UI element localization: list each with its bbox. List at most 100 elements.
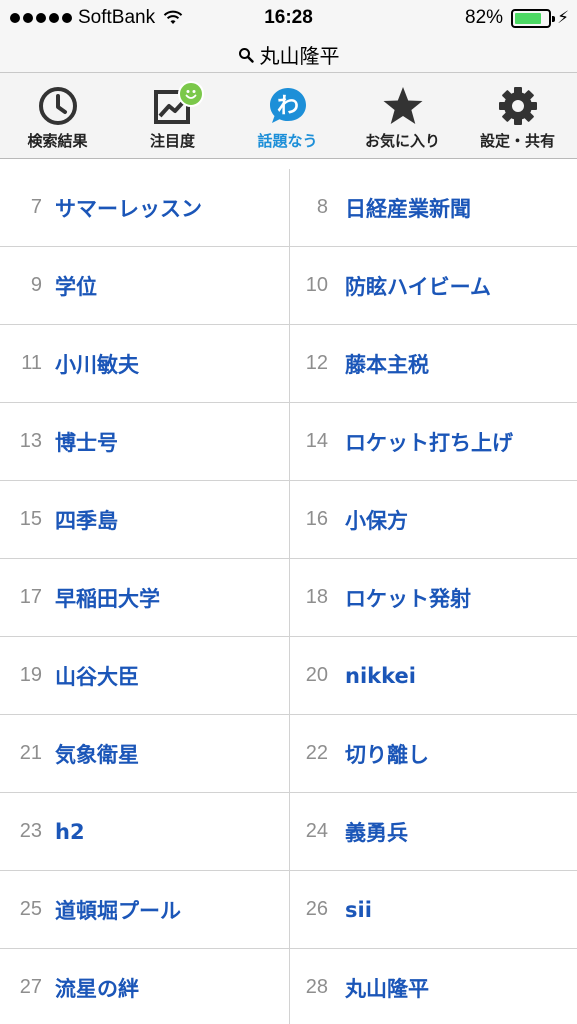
- tab-trending-now[interactable]: わ 話題なう: [230, 73, 345, 158]
- trend-item[interactable]: 7 サマーレッスン: [0, 169, 289, 246]
- rank-number: 13: [19, 430, 42, 452]
- trend-term-link[interactable]: 切り離し: [345, 739, 429, 769]
- column-divider: [289, 715, 290, 793]
- table-row: 13 博士号 14 ロケット打ち上げ: [0, 403, 577, 481]
- table-row: 7 サマーレッスン 8 日経産業新聞: [0, 169, 577, 247]
- table-row: 9 学位 10 防眩ハイビーム: [0, 247, 577, 325]
- trend-term-link[interactable]: 山谷大臣: [55, 661, 139, 691]
- tab-favorites[interactable]: お気に入り: [345, 73, 460, 158]
- trend-item[interactable]: 22 切り離し: [290, 715, 577, 792]
- gear-icon: [499, 87, 537, 125]
- trend-item[interactable]: 10 防眩ハイビーム: [290, 247, 577, 324]
- tab-label: 注目度: [149, 132, 195, 150]
- search-bar[interactable]: 丸山隆平: [0, 36, 577, 72]
- rank-number: 21: [19, 742, 42, 764]
- table-row: 25 道頓堀プール 26 sii: [0, 871, 577, 949]
- rank-number: 7: [30, 196, 42, 218]
- trend-term-link[interactable]: 義勇兵: [345, 817, 408, 847]
- rank-number: 22: [305, 742, 328, 764]
- rank-number: 26: [305, 898, 328, 920]
- trend-term-link[interactable]: 気象衛星: [55, 739, 139, 769]
- trend-item[interactable]: 12 藤本主税: [290, 325, 577, 402]
- tab-bar: 検索結果 注目度 わ 話題なう お気に入り 設定・共有: [0, 72, 577, 159]
- trend-term-link[interactable]: 博士号: [55, 427, 118, 457]
- trend-item[interactable]: 23 h2: [0, 793, 289, 870]
- trend-term-link[interactable]: ロケット打ち上げ: [345, 427, 513, 457]
- table-row: 21 気象衛星 22 切り離し: [0, 715, 577, 793]
- trend-item[interactable]: 27 流星の絆: [0, 949, 289, 1024]
- table-row: 19 山谷大臣 20 nikkei: [0, 637, 577, 715]
- trend-item[interactable]: 19 山谷大臣: [0, 637, 289, 714]
- trend-item[interactable]: 11 小川敏夫: [0, 325, 289, 402]
- trend-item[interactable]: 17 早稲田大学: [0, 559, 289, 636]
- status-bar: SoftBank 16:28 82% ⚡: [0, 0, 577, 36]
- table-row: 11 小川敏夫 12 藤本主税: [0, 325, 577, 403]
- trend-term-link[interactable]: サマーレッスン: [55, 193, 202, 223]
- trend-item[interactable]: 21 気象衛星: [0, 715, 289, 792]
- trend-term-link[interactable]: 防眩ハイビーム: [345, 271, 491, 301]
- trend-term-link[interactable]: 藤本主税: [345, 349, 429, 379]
- wa-bubble-icon: わ: [270, 88, 306, 123]
- table-row: 27 流星の絆 28 丸山隆平: [0, 949, 577, 1024]
- trend-item[interactable]: 8 日経産業新聞: [290, 169, 577, 246]
- column-divider: [289, 247, 290, 325]
- rank-number: 9: [30, 274, 42, 296]
- tab-attention[interactable]: 注目度: [115, 73, 230, 158]
- table-row: 23 h2 24 義勇兵: [0, 793, 577, 871]
- rank-number: 14: [305, 430, 328, 452]
- trend-term-link[interactable]: sii: [345, 898, 372, 922]
- rank-number: 11: [21, 352, 42, 374]
- trend-term-link[interactable]: h2: [55, 820, 85, 844]
- trend-term-link[interactable]: 小川敏夫: [55, 349, 139, 379]
- trend-term-link[interactable]: 丸山隆平: [345, 973, 429, 1003]
- tab-search-results[interactable]: 検索結果: [0, 73, 115, 158]
- trend-item[interactable]: 13 博士号: [0, 403, 289, 480]
- rank-number: 17: [19, 586, 42, 608]
- trend-item[interactable]: 9 学位: [0, 247, 289, 324]
- trend-item[interactable]: 25 道頓堀プール: [0, 871, 289, 948]
- trend-item[interactable]: 28 丸山隆平: [290, 949, 577, 1024]
- rank-number: 10: [305, 274, 328, 296]
- svg-text:わ: わ: [277, 94, 299, 119]
- search-icon: [238, 48, 254, 63]
- trend-item[interactable]: 24 義勇兵: [290, 793, 577, 870]
- trend-term-link[interactable]: 道頓堀プール: [55, 895, 181, 925]
- column-divider: [289, 169, 290, 247]
- column-divider: [289, 949, 290, 1024]
- clock-icon: [39, 87, 77, 125]
- table-row: 15 四季島 16 小保方: [0, 481, 577, 559]
- rank-number: 24: [305, 820, 328, 842]
- column-divider: [289, 559, 290, 637]
- trend-item[interactable]: 15 四季島: [0, 481, 289, 558]
- battery-percent: 82%: [465, 7, 504, 28]
- battery-level-fill: [515, 12, 542, 24]
- rank-number: 27: [19, 976, 42, 998]
- trend-term-link[interactable]: nikkei: [345, 664, 416, 688]
- tab-label: 話題なう: [257, 132, 318, 150]
- tab-label: 設定・共有: [479, 132, 555, 150]
- trend-term-link[interactable]: 流星の絆: [55, 973, 139, 1003]
- trend-item[interactable]: 20 nikkei: [290, 637, 577, 714]
- trend-item[interactable]: 16 小保方: [290, 481, 577, 558]
- status-right: 82% ⚡: [465, 7, 569, 29]
- rank-number: 25: [19, 898, 42, 920]
- charging-bolt-icon: ⚡: [557, 8, 569, 27]
- trend-item[interactable]: 26 sii: [290, 871, 577, 948]
- rank-number: 16: [305, 508, 328, 530]
- column-divider: [289, 793, 290, 871]
- trend-term-link[interactable]: 日経産業新聞: [345, 193, 471, 223]
- trend-term-link[interactable]: 小保方: [345, 505, 408, 535]
- rank-number: 20: [305, 664, 328, 686]
- trend-term-link[interactable]: 早稲田大学: [55, 583, 160, 613]
- rank-number: 8: [316, 196, 328, 218]
- trend-item[interactable]: 14 ロケット打ち上げ: [290, 403, 577, 480]
- trend-term-link[interactable]: ロケット発射: [345, 583, 471, 613]
- trend-term-link[interactable]: 学位: [55, 271, 97, 301]
- column-divider: [289, 403, 290, 481]
- table-row: 17 早稲田大学 18 ロケット発射: [0, 559, 577, 637]
- trend-term-link[interactable]: 四季島: [55, 505, 118, 535]
- search-query[interactable]: 丸山隆平: [260, 40, 340, 69]
- tab-settings-share[interactable]: 設定・共有: [460, 73, 575, 158]
- rank-number: 12: [305, 352, 328, 374]
- trend-item[interactable]: 18 ロケット発射: [290, 559, 577, 636]
